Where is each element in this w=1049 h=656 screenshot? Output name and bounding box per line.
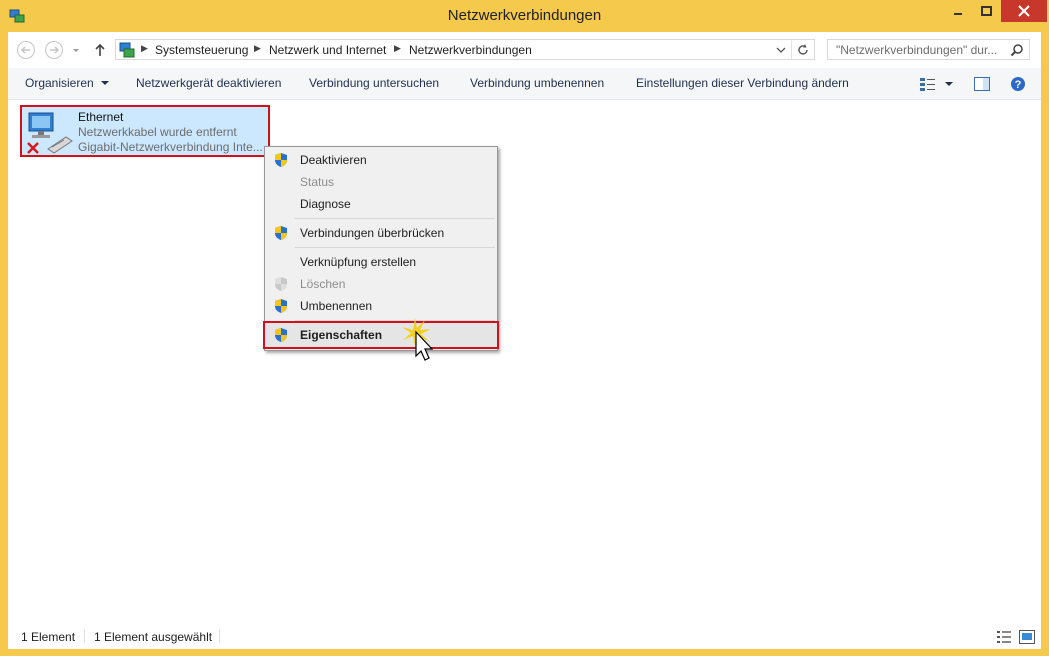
menu-item-label: Umbenennen: [300, 299, 373, 313]
menu-item-label: Verbindungen überbrücken: [300, 226, 445, 240]
app-window: Netzwerkverbindungen ▶ Systemsteuerung ▶…: [0, 0, 1049, 656]
menu-item-label: Status: [300, 175, 335, 189]
change-view-icon[interactable]: [919, 77, 937, 91]
menu-item-diagnose[interactable]: Diagnose: [267, 193, 495, 215]
uac-shield-icon: [275, 328, 287, 342]
search-placeholder: "Netzwerkverbindungen" dur...: [836, 43, 998, 57]
uac-shield-icon: [275, 153, 287, 167]
connection-adapter: Gigabit-Netzwerkverbindung Inte...: [78, 140, 263, 154]
breadcrumb-netzwerkverbindungen[interactable]: Netzwerkverbindungen: [409, 43, 532, 57]
explorer-content: ▶ Systemsteuerung ▶ Netzwerk und Interne…: [8, 32, 1041, 649]
control-panel-icon: [119, 42, 135, 58]
menu-separator: [295, 218, 495, 219]
uac-shield-icon: [275, 299, 287, 313]
command-bar: Organisieren Netzwerkgerät deaktivieren …: [8, 68, 1041, 100]
menu-item-verknuepfung-erstellen[interactable]: Verknüpfung erstellen: [267, 251, 495, 273]
address-divider: [791, 40, 792, 59]
menu-item-eigenschaften[interactable]: Eigenschaften: [263, 321, 499, 349]
menu-item-verbindungen-ueberbruecken[interactable]: Verbindungen überbrücken: [267, 222, 495, 244]
menu-item-label: Diagnose: [300, 197, 351, 211]
uac-shield-icon: [275, 277, 287, 291]
change-settings-button[interactable]: Einstellungen dieser Verbindung ändern: [636, 76, 849, 90]
status-divider: [84, 629, 85, 643]
chevron-down-icon: [73, 49, 79, 52]
navigation-row: ▶ Systemsteuerung ▶ Netzwerk und Interne…: [8, 32, 1041, 68]
menu-item-label: Löschen: [300, 277, 346, 291]
ethernet-connection-item[interactable]: Ethernet Netzwerkkabel wurde entfernt Gi…: [20, 105, 270, 157]
breadcrumb-separator-icon: ▶: [394, 43, 401, 53]
minimize-icon: [954, 13, 962, 15]
disable-device-button[interactable]: Netzwerkgerät deaktivieren: [136, 76, 281, 90]
context-menu: Deaktivieren Status Diagnose Verbindunge…: [263, 146, 499, 351]
svg-text:?: ?: [1015, 79, 1022, 91]
close-icon: [1018, 5, 1030, 17]
diagnose-connection-button[interactable]: Verbindung untersuchen: [309, 76, 439, 90]
preview-pane-icon[interactable]: [974, 77, 990, 91]
title-bar[interactable]: Netzwerkverbindungen: [0, 0, 1049, 32]
menu-item-label: Deaktivieren: [300, 153, 367, 167]
chevron-down-icon[interactable]: [944, 80, 954, 88]
chevron-down-icon: [101, 81, 110, 85]
item-count: 1 Element: [21, 630, 76, 644]
breadcrumb-separator-icon: ▶: [254, 43, 261, 53]
breadcrumb-separator-icon: ▶: [141, 43, 148, 53]
menu-item-umbenennen[interactable]: Umbenennen: [267, 295, 495, 317]
up-button[interactable]: [92, 40, 108, 60]
recent-locations-button[interactable]: [70, 40, 82, 60]
status-bar: 1 Element 1 Element ausgewählt: [8, 625, 1041, 649]
selected-count: 1 Element ausgewählt: [94, 630, 213, 644]
details-view-icon[interactable]: [996, 630, 1012, 644]
menu-separator: [295, 320, 495, 321]
window-title: Netzwerkverbindungen: [447, 7, 602, 24]
back-button[interactable]: [16, 40, 36, 60]
menu-item-label: Eigenschaften: [300, 328, 383, 342]
close-button[interactable]: [1001, 0, 1047, 22]
address-bar[interactable]: ▶ Systemsteuerung ▶ Netzwerk und Interne…: [115, 39, 815, 60]
menu-item-loeschen: Löschen: [267, 273, 495, 295]
forward-button[interactable]: [44, 40, 64, 60]
maximize-icon: [981, 6, 992, 16]
organize-label: Organisieren: [25, 76, 94, 90]
status-divider: [219, 629, 220, 643]
menu-item-status: Status: [267, 171, 495, 193]
menu-item-label: Verknüpfung erstellen: [300, 255, 417, 269]
search-icon[interactable]: [1010, 43, 1024, 57]
large-icons-view-icon[interactable]: [1019, 630, 1035, 644]
organize-button[interactable]: Organisieren: [25, 76, 110, 90]
menu-separator: [295, 247, 495, 248]
mouse-pointer-icon: [402, 318, 434, 361]
network-adapter-disconnected-icon: [27, 112, 73, 154]
address-dropdown-icon[interactable]: [776, 45, 786, 55]
connection-name: Ethernet: [78, 110, 124, 124]
forward-arrow-icon: [45, 41, 63, 59]
up-arrow-icon: [95, 43, 105, 56]
rename-connection-button[interactable]: Verbindung umbenennen: [470, 76, 604, 90]
breadcrumb-systemsteuerung[interactable]: Systemsteuerung: [155, 43, 248, 57]
uac-shield-icon: [275, 226, 287, 240]
refresh-icon[interactable]: [796, 43, 810, 57]
back-arrow-icon: [17, 41, 35, 59]
breadcrumb-netzwerk-und-internet[interactable]: Netzwerk und Internet: [269, 43, 386, 57]
search-input[interactable]: "Netzwerkverbindungen" dur...: [827, 39, 1030, 60]
maximize-button[interactable]: [973, 0, 1000, 22]
help-icon[interactable]: ?: [1010, 76, 1026, 92]
connection-status: Netzwerkkabel wurde entfernt: [78, 125, 237, 139]
menu-item-deaktivieren[interactable]: Deaktivieren: [267, 149, 495, 171]
minimize-button[interactable]: [943, 0, 973, 22]
